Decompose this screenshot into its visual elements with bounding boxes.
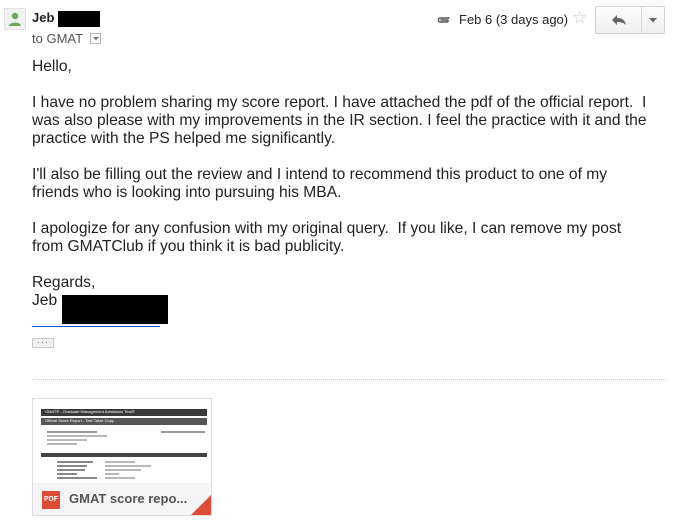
body-paragraph: I apologize for any confusion with my or… xyxy=(32,220,626,255)
body-paragraph: Hello, xyxy=(32,58,72,75)
attachment-footer: PDF GMAT score repo... xyxy=(33,483,211,515)
attachment-file-name[interactable]: GMAT score repo... xyxy=(69,491,187,506)
reply-button[interactable] xyxy=(596,7,642,33)
thumbnail-subtitle: Official Score Report - Test Taker Copy xyxy=(41,418,207,425)
redacted-sender-surname xyxy=(58,11,100,27)
paperclip-icon xyxy=(437,17,450,23)
pdf-icon: PDF xyxy=(42,491,60,509)
chevron-down-icon xyxy=(93,37,99,41)
body-paragraph: I have no problem sharing my score repor… xyxy=(32,94,651,147)
star-icon[interactable]: ☆ xyxy=(572,9,587,26)
thumbnail-title: GMAT® - Graduate Management Admission Te… xyxy=(41,409,207,416)
attachments-divider xyxy=(32,379,666,380)
pdf-corner-fold xyxy=(191,495,211,515)
recipient-details-toggle[interactable] xyxy=(90,33,101,44)
body-paragraph: I'll also be filling out the review and … xyxy=(32,166,612,201)
signature-name: Jeb xyxy=(32,292,58,309)
sender-avatar[interactable] xyxy=(4,8,26,30)
recipient-line: to GMAT xyxy=(32,31,84,46)
more-options-button[interactable] xyxy=(642,7,664,33)
closing-text: Regards, xyxy=(32,274,96,291)
attachment-thumbnail: GMAT® - Graduate Management Admission Te… xyxy=(33,399,211,483)
sender-name[interactable]: Jeb xyxy=(32,10,54,25)
attachment-card[interactable]: GMAT® - Graduate Management Admission Te… xyxy=(32,398,212,516)
show-trimmed-content-button[interactable]: ··· xyxy=(32,338,54,348)
message-date[interactable]: Feb 6 (3 days ago) xyxy=(459,12,568,27)
person-icon xyxy=(9,12,21,26)
chevron-down-icon xyxy=(649,17,657,22)
message-body: Hello, I have no problem sharing my scor… xyxy=(32,58,652,274)
reply-button-group xyxy=(595,6,665,34)
reply-arrow-icon xyxy=(611,15,626,25)
redacted-signature xyxy=(62,295,168,324)
